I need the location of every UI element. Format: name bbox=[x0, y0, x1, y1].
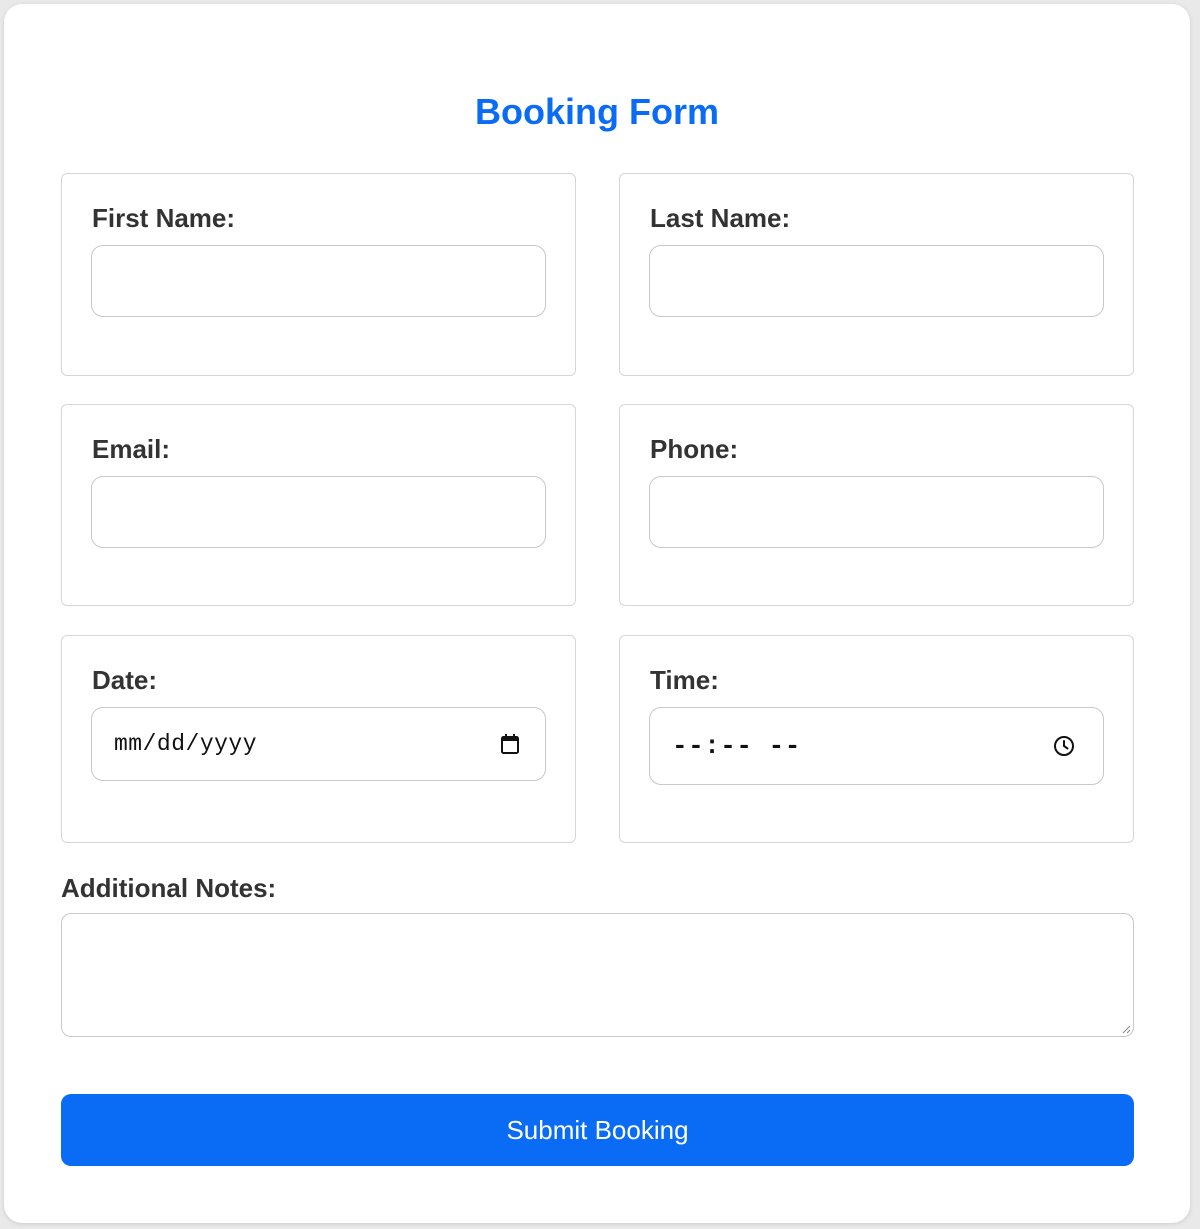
email-label: Email: bbox=[92, 434, 171, 464]
calendar-icon[interactable] bbox=[498, 732, 522, 756]
notes-textarea[interactable] bbox=[61, 913, 1134, 1037]
last-name-group: Last Name: bbox=[619, 173, 1134, 376]
first-name-label: First Name: bbox=[92, 203, 236, 233]
first-name-input[interactable] bbox=[91, 245, 546, 317]
time-input[interactable]: --:-- -- bbox=[649, 707, 1104, 785]
phone-label: Phone: bbox=[650, 434, 739, 464]
date-label: Date: bbox=[92, 665, 158, 695]
submit-booking-button[interactable]: Submit Booking bbox=[61, 1094, 1134, 1166]
date-input[interactable]: mm/dd/yyyy bbox=[91, 707, 546, 781]
notes-label: Additional Notes: bbox=[61, 873, 277, 903]
date-group: Date: mm/dd/yyyy bbox=[61, 635, 576, 843]
phone-group: Phone: bbox=[619, 404, 1134, 606]
booking-form-card: Booking Form First Name: Last Name: Emai… bbox=[4, 4, 1190, 1223]
resize-grip-icon[interactable] bbox=[1121, 1024, 1131, 1034]
time-group: Time: --:-- -- bbox=[619, 635, 1134, 843]
form-title: Booking Form bbox=[475, 91, 719, 132]
time-label: Time: bbox=[650, 665, 719, 695]
last-name-label: Last Name: bbox=[650, 203, 791, 233]
email-group: Email: bbox=[61, 404, 576, 606]
date-placeholder: mm/dd/yyyy bbox=[114, 731, 258, 757]
time-placeholder: --:-- -- bbox=[672, 731, 801, 761]
email-input[interactable] bbox=[91, 476, 546, 548]
first-name-group: First Name: bbox=[61, 173, 576, 376]
clock-icon[interactable] bbox=[1052, 734, 1076, 758]
last-name-input[interactable] bbox=[649, 245, 1104, 317]
phone-input[interactable] bbox=[649, 476, 1104, 548]
